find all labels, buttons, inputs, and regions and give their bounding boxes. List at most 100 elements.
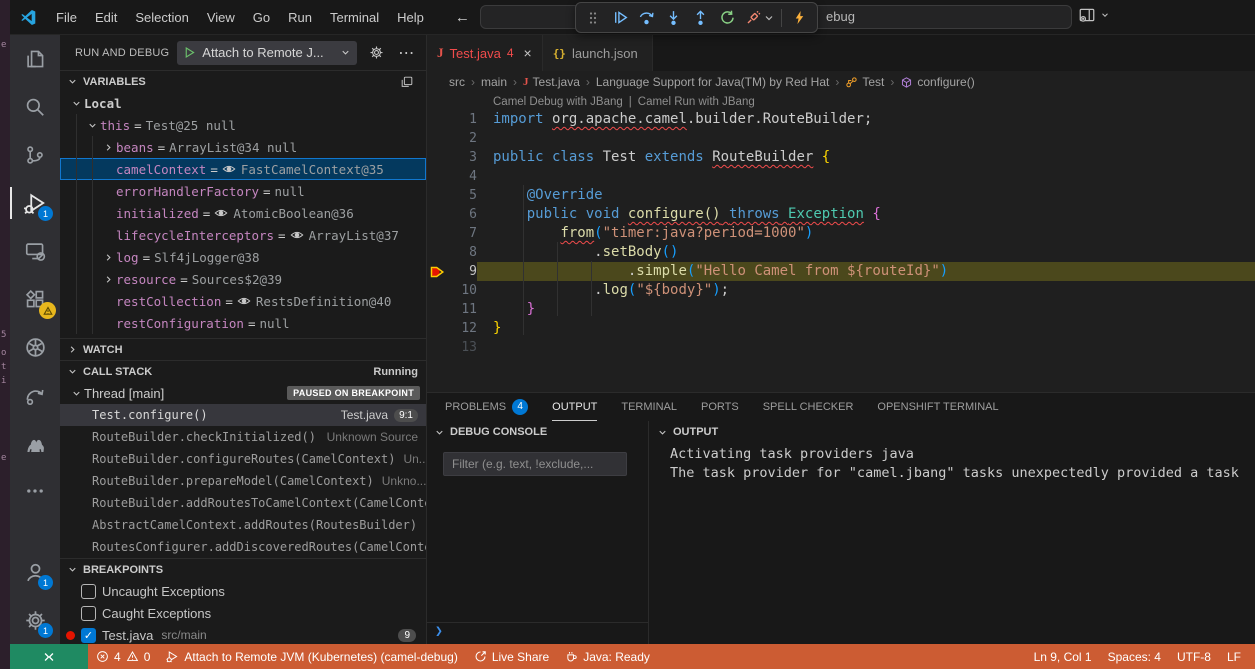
code-line[interactable]: 11 } — [427, 300, 1255, 319]
variable-row[interactable]: log=Slf4jLogger@38 — [60, 246, 426, 268]
chevron-right-icon[interactable] — [100, 271, 116, 287]
step-over-icon[interactable] — [636, 6, 659, 30]
eye-icon[interactable] — [290, 228, 304, 242]
breakpoint-checkbox[interactable] — [81, 606, 96, 621]
disconnect-icon[interactable] — [743, 6, 766, 30]
watch-section-header[interactable]: WATCH — [60, 338, 426, 360]
tab-test-java[interactable]: JTest.java4× — [427, 35, 543, 71]
indentation-status[interactable]: Spaces: 4 — [1100, 650, 1169, 664]
chevron-down-icon[interactable] — [84, 117, 100, 133]
menu-file[interactable]: File — [47, 6, 86, 29]
stack-frame-row[interactable]: RouteBuilder.prepareModel(CamelContext)U… — [60, 470, 426, 492]
collapse-all-icon[interactable] — [396, 71, 418, 93]
java-status[interactable]: Java: Ready — [557, 644, 658, 669]
more-actions-icon[interactable]: ⋯ — [395, 42, 417, 64]
debug-session-status[interactable]: Attach to Remote JVM (Kubernetes) (camel… — [158, 644, 465, 669]
activity-search-icon[interactable] — [10, 83, 60, 131]
close-icon[interactable]: × — [524, 45, 532, 61]
code-editor[interactable]: Camel Debug with JBang|Camel Run with JB… — [427, 93, 1255, 392]
eye-icon[interactable] — [214, 206, 228, 220]
code-line[interactable]: 4 — [427, 167, 1255, 186]
menu-selection[interactable]: Selection — [126, 6, 197, 29]
stack-frame-row[interactable]: RouteBuilder.addRoutesToCamelContext(Cam… — [60, 492, 426, 514]
activity-explorer-icon[interactable] — [10, 35, 60, 83]
code-line[interactable]: 5 @Override — [427, 186, 1255, 205]
menu-terminal[interactable]: Terminal — [321, 6, 388, 29]
eol-status[interactable]: LF — [1219, 650, 1255, 664]
variable-row[interactable]: camelContext=FastCamelContext@35 — [60, 158, 426, 180]
variable-row[interactable]: Local — [60, 92, 426, 114]
call-stack-section-header[interactable]: CALL STACK Running — [60, 360, 426, 382]
panel-tab-output[interactable]: OUTPUT — [552, 393, 597, 421]
debug-console-prompt[interactable]: ❯ — [427, 622, 648, 640]
eye-icon[interactable] — [222, 162, 236, 176]
breakpoints-section-header[interactable]: BREAKPOINTS — [60, 558, 426, 580]
debug-config-dropdown[interactable]: Attach to Remote J... — [177, 41, 357, 65]
code-line[interactable]: 8 .setBody() — [427, 243, 1255, 262]
panel-tab-problems[interactable]: PROBLEMS4 — [445, 393, 528, 421]
chevron-right-icon[interactable] — [100, 139, 116, 155]
chevron-down-icon[interactable] — [763, 6, 775, 30]
activity-openshift-icon[interactable] — [10, 371, 60, 419]
activity-accounts-icon[interactable]: 1 — [10, 548, 60, 596]
code-line[interactable]: 3public class Test extends RouteBuilder … — [427, 148, 1255, 167]
step-out-icon[interactable] — [689, 6, 712, 30]
breadcrumb-item[interactable]: src — [449, 75, 465, 89]
variable-row[interactable]: beans=ArrayList@34 null — [60, 136, 426, 158]
debug-console-header[interactable]: DEBUG CONSOLE — [427, 421, 648, 443]
variable-row[interactable]: errorHandlerFactory=null — [60, 180, 426, 202]
code-line[interactable]: 12} — [427, 319, 1255, 338]
panel-tab-openshift-terminal[interactable]: OPENSHIFT TERMINAL — [877, 393, 998, 421]
menu-edit[interactable]: Edit — [86, 6, 126, 29]
breakpoint-row[interactable]: ✓Test.javasrc/main9 — [60, 624, 426, 644]
cursor-position[interactable]: Ln 9, Col 1 — [1026, 650, 1100, 664]
activity-camel-icon[interactable] — [10, 419, 60, 467]
breakpoint-row[interactable]: Caught Exceptions — [60, 602, 426, 624]
breadcrumb-item[interactable]: Test — [845, 75, 884, 89]
codelens-link[interactable]: Camel Debug with JBang — [493, 96, 623, 108]
activity-remote-explorer-icon[interactable] — [10, 227, 60, 275]
stack-frame-row[interactable]: RouteBuilder.configureRoutes(CamelContex… — [60, 448, 426, 470]
tab-launch-json[interactable]: {}launch.json — [543, 35, 653, 71]
code-line[interactable]: 6 public void configure() throws Excepti… — [427, 205, 1255, 224]
activity-run-and-debug-icon[interactable]: 1 — [10, 179, 60, 227]
variable-row[interactable]: initialized=AtomicBoolean@36 — [60, 202, 426, 224]
codelens-link[interactable]: Camel Run with JBang — [638, 96, 755, 108]
panel-tab-terminal[interactable]: TERMINAL — [621, 393, 677, 421]
breadcrumb-item[interactable]: JTest.java — [523, 75, 580, 89]
variable-row[interactable]: restCollection=RestsDefinition@40 — [60, 290, 426, 312]
debug-console-filter-input[interactable] — [443, 452, 627, 476]
code-line[interactable]: 10 .log("${body}"); — [427, 281, 1255, 300]
encoding-status[interactable]: UTF-8 — [1169, 650, 1219, 664]
activity-extensions-icon[interactable] — [10, 275, 60, 323]
panel-tab-ports[interactable]: PORTS — [701, 393, 739, 421]
breadcrumb-item[interactable]: configure() — [900, 75, 974, 89]
menu-run[interactable]: Run — [279, 6, 321, 29]
breakpoint-checkbox[interactable]: ✓ — [81, 628, 96, 643]
menu-go[interactable]: Go — [244, 6, 279, 29]
activity-source-control-icon[interactable] — [10, 131, 60, 179]
eye-icon[interactable] — [237, 294, 251, 308]
code-line[interactable]: 9 .simple("Hello Camel from ${routeId}") — [427, 262, 1255, 281]
breadcrumb-item[interactable]: main — [481, 75, 507, 89]
stack-frame-row[interactable]: Test.configure()Test.java9:1 — [60, 404, 426, 426]
variable-row[interactable]: lifecycleInterceptors=ArrayList@37 — [60, 224, 426, 246]
chevron-down-icon[interactable] — [68, 95, 84, 111]
code-line[interactable]: 2 — [427, 129, 1255, 148]
live-share-status[interactable]: Live Share — [466, 644, 557, 669]
activity-settings-icon[interactable]: 1 — [10, 596, 60, 644]
breakpoint-row[interactable]: Uncaught Exceptions — [60, 580, 426, 602]
stack-frame-row[interactable]: RouteBuilder.checkInitialized()Unknown S… — [60, 426, 426, 448]
customize-layout-button[interactable] — [1078, 6, 1110, 24]
chevron-right-icon[interactable] — [100, 249, 116, 265]
stack-frame-row[interactable]: RoutesConfigurer.addDiscoveredRoutes(Cam… — [60, 536, 426, 558]
variable-row[interactable]: restConfiguration=null — [60, 312, 426, 334]
panel-tab-spell-checker[interactable]: SPELL CHECKER — [763, 393, 854, 421]
variable-row[interactable]: resource=Sources$2@39 — [60, 268, 426, 290]
stack-frame-row[interactable]: AbstractCamelContext.addRoutes(RoutesBui… — [60, 514, 426, 536]
variable-row[interactable]: this=Test@25 null — [60, 114, 426, 136]
activity-kubernetes-icon[interactable] — [10, 323, 60, 371]
nav-back-icon[interactable]: ← — [455, 9, 470, 26]
breadcrumb-item[interactable]: Language Support for Java(TM) by Red Hat — [596, 75, 829, 89]
breakpoint-checkbox[interactable] — [81, 584, 96, 599]
